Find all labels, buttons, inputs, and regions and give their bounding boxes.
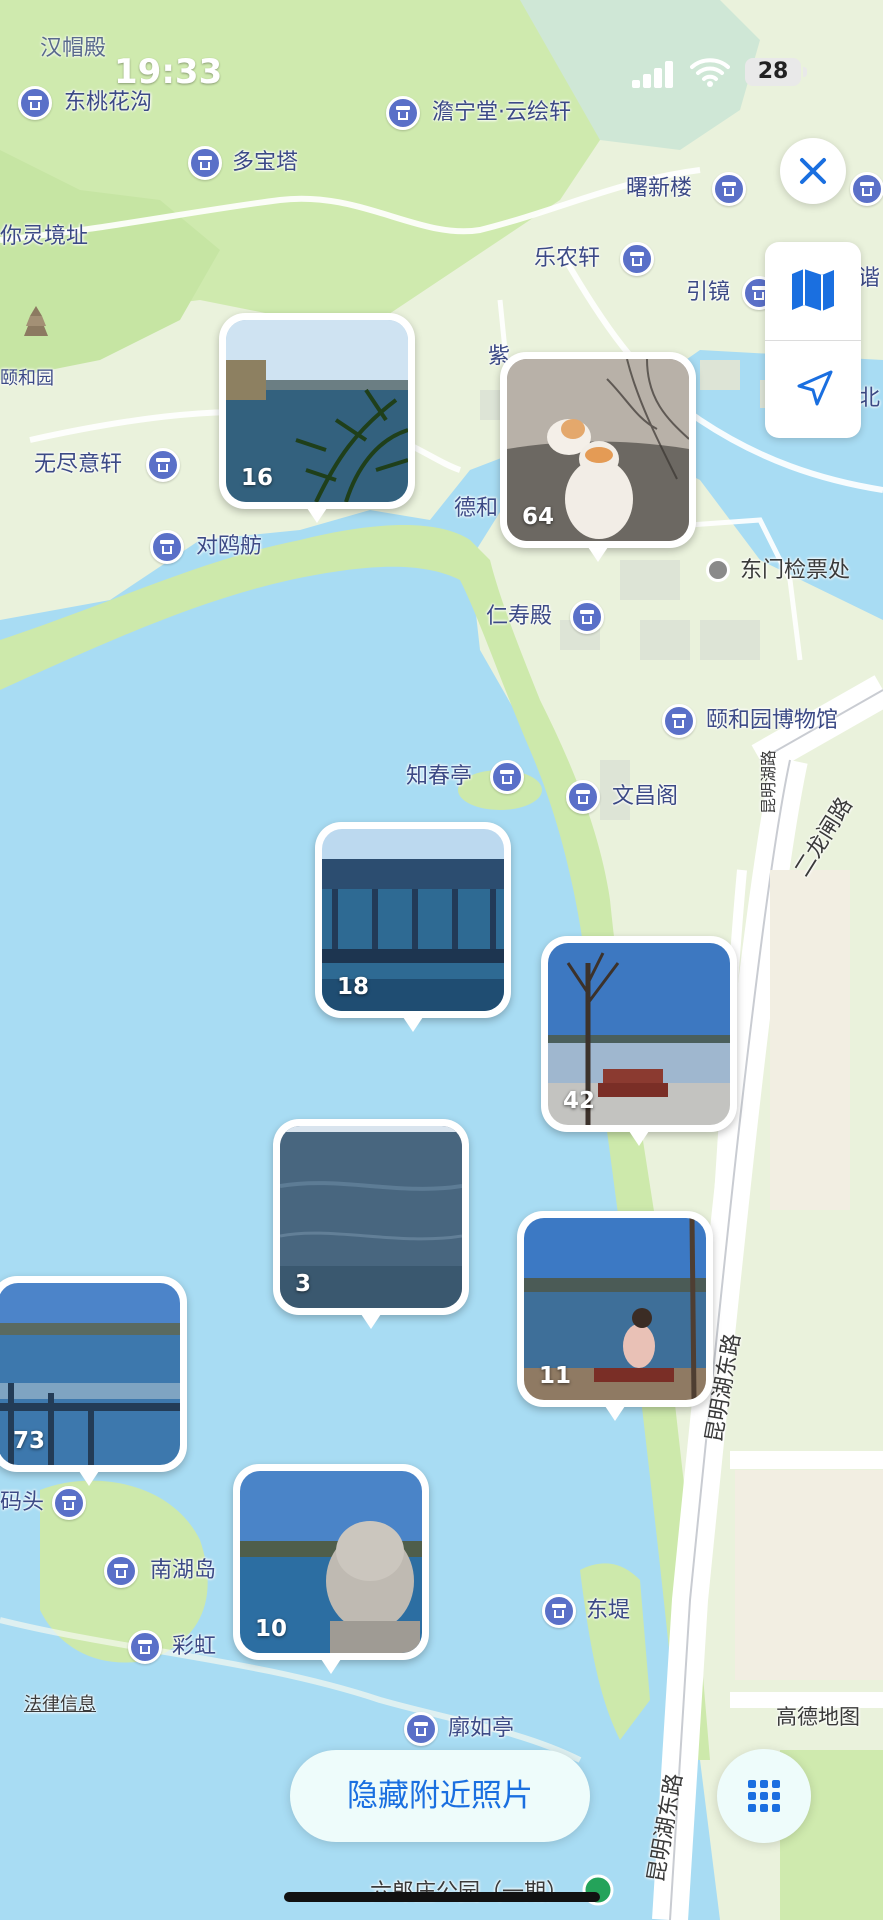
poi-icon [52,1486,86,1520]
poi-icon [712,172,746,206]
cluster-count: 11 [539,1363,572,1389]
map-label: 昆明湖路 [759,749,778,814]
map-attribution: 高德地图 [776,1705,860,1729]
cluster-count: 16 [241,465,274,491]
grid-view-button[interactable] [717,1749,811,1843]
map-controls [765,242,861,438]
close-icon [800,158,826,184]
map-label: 谐 [858,266,881,291]
map-label: 东桃花沟 [64,90,153,115]
cluster-count: 10 [255,1616,288,1642]
cluster-count: 64 [522,504,555,530]
poi-icon [490,760,524,794]
map-label: 颐和园博物馆 [706,708,839,733]
map-label: 文昌阁 [612,784,679,809]
map-label: 引镜 [686,280,731,305]
signal-icon [632,60,676,88]
poi-icon [386,96,420,130]
status-bar: 19:33 28 [0,52,883,92]
status-time: 19:33 [114,52,223,92]
poi-icon [542,1594,576,1628]
legal-info-link[interactable]: 法律信息 [24,1692,96,1718]
home-indicator[interactable] [284,1892,600,1902]
cluster-count: 73 [13,1428,46,1454]
photos-map-screen: 汉帽殿 澹宁堂·云绘轩 东桃花沟 多宝塔 你灵境址 颐和园 曙新楼 乐农轩 引镜… [0,0,883,1920]
grid-icon [748,1780,780,1812]
map-label: 仁寿殿 [486,604,553,629]
battery-indicator: 28 [745,58,801,86]
poi-icon [150,530,184,564]
photo-cluster[interactable]: 11 [517,1211,713,1421]
poi-icon [128,1630,162,1664]
map-label: 廓如亭 [448,1716,515,1741]
map-label: 你灵境址 [0,224,89,249]
map-mode-button[interactable] [765,242,861,341]
map-label: 澹宁堂·云绘轩 [432,100,571,125]
cluster-count: 3 [295,1271,312,1297]
poi-icon [662,704,696,738]
photo-cluster[interactable]: 42 [541,936,737,1146]
locate-button[interactable] [765,340,861,438]
poi-icon [104,1554,138,1588]
poi-icon [146,448,180,482]
photo-cluster[interactable]: 73 [0,1276,187,1486]
photo-cluster[interactable]: 18 [315,822,511,1032]
map-label: 无尽意轩 [34,452,123,477]
map-label: 乐农轩 [534,246,601,271]
photo-cluster[interactable]: 10 [233,1464,429,1674]
cluster-count: 42 [563,1088,596,1114]
photo-cluster[interactable]: 3 [273,1119,469,1329]
map-label: 东门检票处 [740,558,851,583]
poi-icon [188,146,222,180]
map-label: 知春亭 [406,764,473,789]
cluster-count: 18 [337,974,370,1000]
map-label: 彩虹 [172,1634,217,1659]
photo-cluster[interactable]: 16 [219,313,415,523]
close-button[interactable] [780,138,846,204]
wifi-icon [690,58,730,87]
poi-icon [850,172,883,206]
map-label: 颐和园 [0,368,54,389]
map-label: 对鸥舫 [196,534,263,559]
poi-icon [570,600,604,634]
map-label: 码头 [0,1490,45,1515]
map-label: 多宝塔 [232,150,299,175]
battery-nub [803,67,807,77]
hide-nearby-photos-button[interactable]: 隐藏附近照片 [290,1750,590,1842]
poi-icon [620,242,654,276]
gate-icon [706,558,730,582]
poi-icon [566,780,600,814]
map-label: 东堤 [586,1598,631,1623]
poi-icon [404,1712,438,1746]
map-label: 德和 [454,496,499,521]
location-arrow-icon [797,370,833,406]
photo-cluster[interactable]: 64 [500,352,696,562]
map-icon [792,269,834,311]
map-label: 曙新楼 [626,176,693,201]
map-label: 南湖岛 [150,1558,217,1583]
map-label: 北 [858,386,881,411]
